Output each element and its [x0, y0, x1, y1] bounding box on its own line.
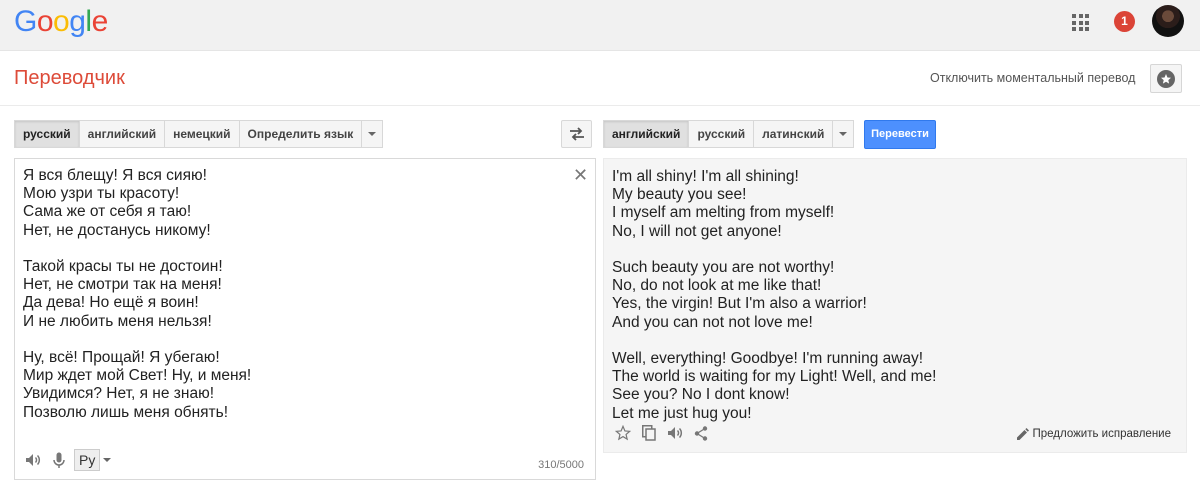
source-language-dropdown[interactable] [361, 120, 384, 148]
source-language-tab[interactable]: немецкий [164, 120, 239, 148]
target-language-tab[interactable]: русский [688, 120, 754, 148]
result-toolbar [612, 422, 716, 444]
character-count: 310/5000 [538, 459, 584, 471]
input-method-dropdown[interactable] [103, 458, 112, 462]
star-outline-icon[interactable] [612, 422, 634, 444]
translation-result-area: I'm all shiny! I'm all shining! My beaut… [603, 158, 1187, 453]
source-text-area[interactable]: Я вся блещу! Я вся сияю! Мою узри ты кра… [14, 158, 596, 480]
sub-header: Переводчик Отключить моментальный перево… [0, 51, 1200, 106]
source-language-tab[interactable]: русский [14, 120, 79, 148]
input-method-button[interactable]: Ру [74, 449, 101, 471]
target-language-tab[interactable]: латинский [753, 120, 833, 148]
logo-letter: o [53, 5, 70, 38]
clear-text-icon[interactable]: ✕ [573, 166, 588, 184]
listen-speaker-icon[interactable] [22, 449, 44, 471]
phrasebook-button[interactable] [1150, 64, 1182, 93]
copy-icon[interactable] [638, 422, 660, 444]
target-language-dropdown[interactable] [832, 120, 855, 148]
apps-grid-icon[interactable] [1072, 14, 1089, 31]
swap-icon [569, 127, 584, 141]
chevron-down-icon [368, 132, 377, 136]
source-language-tab[interactable]: английский [78, 120, 165, 148]
notifications-badge[interactable]: 1 [1114, 11, 1135, 32]
translate-button[interactable]: Перевести [864, 120, 936, 149]
logo-letter: G [14, 5, 37, 38]
listen-translation-speaker-icon[interactable] [664, 422, 686, 444]
pencil-icon [1017, 428, 1030, 440]
microphone-icon[interactable] [48, 449, 70, 471]
swap-languages-button[interactable] [561, 120, 592, 148]
share-icon[interactable] [690, 422, 712, 444]
logo-letter: e [91, 5, 109, 38]
logo-letter: g [69, 5, 86, 38]
page-title: Переводчик [14, 67, 125, 89]
chevron-down-icon [839, 132, 848, 136]
source-toolbar: Ру [22, 448, 112, 472]
chevron-down-icon [103, 458, 112, 462]
source-text[interactable]: Я вся блещу! Я вся сияю! Мою узри ты кра… [23, 167, 563, 422]
source-language-bar: русский английский немецкий Определить язык [14, 120, 384, 148]
target-language-tab[interactable]: английский [603, 120, 689, 148]
logo-letter: o [36, 5, 54, 38]
top-bar: Google 1 [0, 0, 1200, 51]
source-language-tab[interactable]: Определить язык [238, 120, 362, 148]
account-avatar[interactable] [1152, 5, 1184, 37]
suggest-edit-label: Предложить исправление [1032, 428, 1171, 440]
suggest-edit-link[interactable]: Предложить исправление [1017, 428, 1171, 440]
instant-translation-toggle[interactable]: Отключить моментальный перевод [930, 71, 1135, 85]
target-language-bar: английский русский латинский [603, 120, 855, 148]
google-logo[interactable]: Google [14, 5, 108, 39]
star-icon [1157, 69, 1175, 88]
translated-text: I'm all shiny! I'm all shining! My beaut… [612, 168, 937, 422]
